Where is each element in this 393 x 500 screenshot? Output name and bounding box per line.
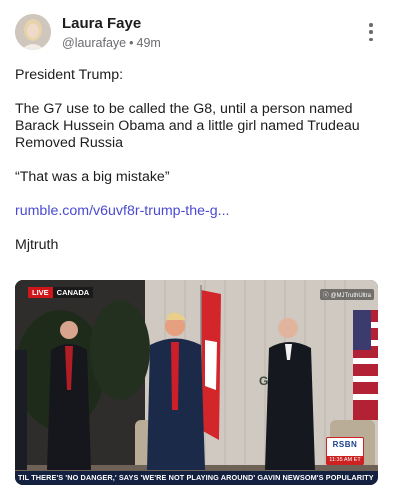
post-header: Laura Faye @laurafaye • 49m — [15, 14, 378, 52]
live-badge: LIVE CANADA — [28, 287, 94, 298]
network-logo-badge: RSBN 11:35 AM ET — [326, 437, 364, 465]
author-meta: @laurafaye • 49m — [62, 34, 161, 52]
live-label: LIVE — [28, 287, 53, 298]
avatar[interactable] — [15, 14, 51, 50]
post-line: President Trump: — [15, 67, 124, 83]
video-scene: G7 — [15, 280, 378, 485]
news-ticker: TIL THERE'S 'NO DANGER,' SAYS 'WE'RE NOT… — [15, 471, 378, 485]
video-thumbnail[interactable]: G7 LIVE CANADA ⓧ @MJTruthUltra RSBN 11:3… — [15, 280, 378, 485]
post-link[interactable]: rumble.com/v6uvf8r-trump-the-g... — [15, 203, 229, 219]
post-signature: Mjtruth — [15, 237, 59, 253]
more-vertical-icon[interactable] — [364, 22, 378, 42]
author-block: Laura Faye @laurafaye • 49m — [62, 15, 161, 52]
live-location: CANADA — [52, 287, 94, 298]
post-line: Barack Hussein Obama and a little girl n… — [15, 118, 360, 134]
network-time: 11:35 AM ET — [327, 456, 363, 465]
post-line: Removed Russia — [15, 135, 124, 151]
author-name[interactable]: Laura Faye — [62, 15, 161, 33]
meta-separator: • — [129, 36, 134, 50]
post-text: President Trump: The G7 use to be called… — [15, 67, 378, 254]
post-quote: “That was a big mistake” — [15, 169, 170, 185]
network-logo: RSBN — [332, 440, 358, 449]
avatar-photo — [15, 14, 51, 50]
post-line: The G7 use to be called the G8, until a … — [15, 101, 353, 117]
author-handle[interactable]: @laurafaye — [62, 36, 126, 50]
post-timestamp: 49m — [136, 36, 161, 50]
video-watermark: ⓧ @MJTruthUltra — [319, 289, 374, 300]
